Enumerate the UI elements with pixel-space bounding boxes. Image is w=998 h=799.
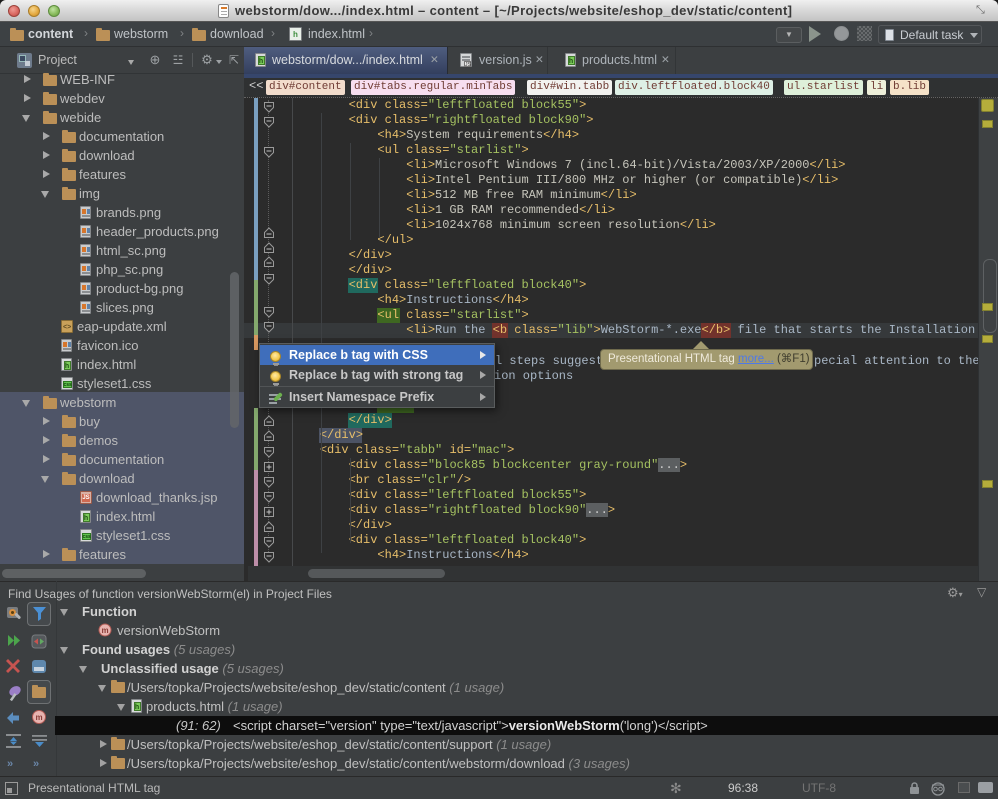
svg-text:m: m xyxy=(101,626,108,635)
